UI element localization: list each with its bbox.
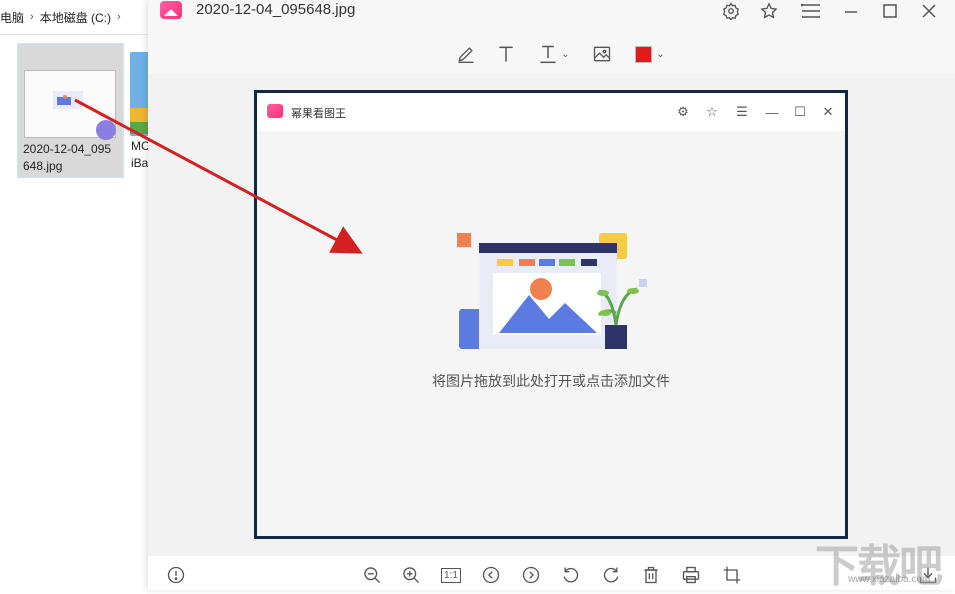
breadcrumb-this-pc[interactable]: 电脑	[0, 9, 24, 26]
crop-icon[interactable]	[720, 564, 744, 586]
second-tile-label-line2: iBa	[131, 156, 149, 170]
rotate-left-icon[interactable]	[559, 564, 583, 586]
file-tile-second-label: MC iBa	[131, 138, 150, 172]
watermark-url: www.xiazaiba.com	[848, 574, 931, 585]
print-icon[interactable]	[679, 564, 703, 586]
prev-icon[interactable]	[479, 564, 503, 586]
pen-icon[interactable]	[454, 42, 478, 66]
window-title: 2020-12-04_095648.jpg	[196, 1, 356, 18]
archive-file-icon	[130, 52, 150, 136]
next-icon[interactable]	[519, 564, 543, 586]
close-icon[interactable]	[916, 0, 942, 22]
edit-toolbar: ⌄ ⌄	[148, 42, 955, 68]
zoom-in-icon[interactable]	[399, 564, 423, 586]
breadcrumb-local-disk[interactable]: 本地磁盘 (C:)	[40, 9, 111, 26]
file-tile-label-line1: 2020-12-04_095	[23, 142, 112, 156]
title-bar: 2020-12-04_095648.jpg ⌄ ⌄	[148, 0, 955, 74]
drop-hint-text: 将图片拖放到此处打开或点击添加文件	[432, 373, 670, 389]
inner-maximize-icon: ☐	[794, 104, 806, 119]
chevron-down-icon: ⌄	[656, 48, 665, 60]
file-tile-label-line2: 648.jpg	[23, 159, 63, 173]
inner-minimize-icon: —	[765, 104, 779, 120]
settings-gear-icon[interactable]	[718, 0, 744, 22]
file-tile-selected[interactable]: 2020-12-04_095 648.jpg	[17, 43, 124, 178]
empty-state-illustration	[457, 233, 647, 349]
favorite-star-icon[interactable]	[756, 0, 782, 22]
chevron-right-icon: ›	[117, 11, 121, 23]
image-icon[interactable]	[590, 42, 614, 66]
chevron-right-icon: ›	[30, 11, 34, 23]
menu-icon[interactable]	[798, 0, 824, 22]
inner-app-logo-icon	[267, 104, 283, 118]
color-picker[interactable]: ⌄	[633, 42, 667, 66]
info-icon[interactable]	[164, 564, 188, 586]
breadcrumb: 电脑 › 本地磁盘 (C:) ›	[0, 0, 150, 35]
zoom-out-icon[interactable]	[360, 564, 384, 586]
actual-size-label: 1:1	[441, 567, 461, 583]
file-explorer-window: 电脑 › 本地磁盘 (C:) › 2020-12-04_095 648.jpg …	[0, 0, 150, 590]
actual-size-button[interactable]: 1:1	[439, 564, 463, 586]
inner-app-name: 幂果看图王	[291, 108, 346, 120]
displayed-image: 幂果看图王 ⚙ ☆ ☰ — ☐ ✕ 将图片拖放到此处打开或点击添加文件	[254, 90, 848, 539]
rotate-right-icon[interactable]	[599, 564, 623, 586]
inner-star-icon: ☆	[706, 104, 718, 119]
text-icon[interactable]	[494, 42, 518, 66]
image-viewer-window: 2020-12-04_095648.jpg ⌄ ⌄ 幂果看图王 ⚙ ☆ ☰ — …	[148, 0, 955, 590]
inner-settings-icon: ⚙	[677, 104, 689, 119]
inner-close-icon: ✕	[822, 104, 834, 119]
file-tile-label: 2020-12-04_095 648.jpg	[23, 141, 123, 175]
color-swatch	[635, 45, 653, 63]
app-badge-icon	[96, 120, 116, 140]
maximize-icon[interactable]	[877, 0, 903, 22]
app-logo-icon	[160, 1, 182, 19]
text-style-icon	[540, 45, 556, 64]
inner-menu-icon: ☰	[736, 104, 748, 119]
delete-icon[interactable]	[639, 564, 663, 586]
file-tile-second[interactable]: MC iBa	[128, 48, 150, 170]
inner-title-bar: 幂果看图王 ⚙ ☆ ☰ — ☐ ✕	[257, 93, 845, 131]
text-style-dropdown[interactable]: ⌄	[534, 42, 574, 66]
minimize-icon[interactable]	[838, 0, 864, 22]
second-tile-label-line1: MC	[131, 139, 150, 153]
chevron-down-icon: ⌄	[561, 48, 570, 60]
